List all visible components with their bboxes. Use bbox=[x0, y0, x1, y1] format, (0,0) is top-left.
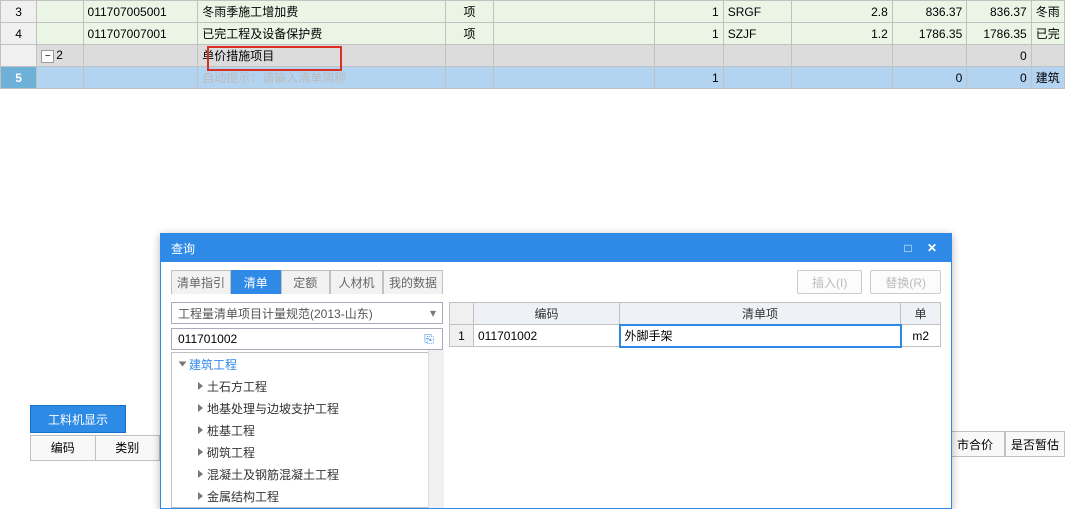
row-number: 3 bbox=[1, 1, 37, 23]
group-row[interactable]: −2 单价措施项目 0 bbox=[1, 45, 1065, 67]
tree-node[interactable]: 土石方工程 bbox=[172, 375, 442, 397]
code-cell[interactable]: 011707005001 bbox=[83, 1, 198, 23]
abbr-cell[interactable]: SRGF bbox=[723, 1, 791, 23]
result-unit[interactable]: m2 bbox=[901, 325, 941, 347]
tab-code[interactable]: 编码 bbox=[31, 436, 96, 460]
tree-cell bbox=[37, 1, 83, 23]
tree-node[interactable]: 混凝土及钢筋混凝土工程 bbox=[172, 463, 442, 485]
table-row[interactable]: 4 011707007001 已完工程及设备保护费 项 1 SZJF 1.2 1… bbox=[1, 23, 1065, 45]
row-number: 4 bbox=[1, 23, 37, 45]
search-row: ⎘ bbox=[171, 328, 443, 350]
collapse-icon[interactable]: − bbox=[41, 50, 54, 63]
name-cell[interactable]: 冬雨季施工增加费 bbox=[198, 1, 446, 23]
dialog-title: 查询 bbox=[171, 240, 893, 257]
tree-node[interactable]: 金属结构工程 bbox=[172, 485, 442, 507]
result-row[interactable]: 1 011701002 外脚手架 m2 bbox=[450, 325, 941, 347]
price-cell[interactable]: 836.37 bbox=[892, 1, 966, 23]
row-number: 5 bbox=[1, 67, 37, 89]
tab-list[interactable]: 清单 bbox=[231, 270, 280, 294]
spec-select-value: 工程量清单项目计量规范(2013-山东) bbox=[178, 305, 373, 322]
search-input[interactable] bbox=[178, 332, 420, 346]
dialog-tabs: 清单指引 清单 定额 人材机 我的数据 bbox=[171, 270, 443, 294]
result-name[interactable]: 外脚手架 bbox=[620, 325, 901, 347]
col-item: 清单项 bbox=[620, 303, 901, 325]
dialog-titlebar[interactable]: 查询 □ ✕ bbox=[161, 234, 951, 262]
close-icon[interactable]: ✕ bbox=[923, 239, 941, 257]
spec-select[interactable]: 工程量清单项目计量规范(2013-山东) ▾ bbox=[171, 302, 443, 324]
col-market-total: 市合价 bbox=[945, 431, 1005, 457]
qty-cell[interactable]: 1 bbox=[655, 1, 723, 23]
material-display-button[interactable]: 工料机显示 bbox=[30, 405, 126, 433]
name-placeholder[interactable]: 自动提示：请输入清单简称 bbox=[198, 67, 446, 89]
insert-button[interactable]: 插入(I) bbox=[797, 270, 862, 294]
chevron-down-icon: ▾ bbox=[430, 306, 436, 320]
row-number: 1 bbox=[450, 325, 474, 347]
col-is-provisional: 是否暂估 bbox=[1005, 431, 1065, 457]
expand-icon[interactable] bbox=[198, 426, 203, 434]
query-dialog: 查询 □ ✕ 清单指引 清单 定额 人材机 我的数据 工程量清单项目计量规范(2… bbox=[160, 233, 952, 509]
tab-quota[interactable]: 定额 bbox=[281, 270, 330, 294]
tree-node[interactable]: 砌筑工程 bbox=[172, 441, 442, 463]
expand-icon[interactable] bbox=[179, 362, 187, 367]
main-grid[interactable]: 3 011707005001 冬雨季施工增加费 项 1 SRGF 2.8 836… bbox=[0, 0, 1065, 89]
group-name[interactable]: 单价措施项目 bbox=[198, 45, 446, 67]
tree-root[interactable]: 建筑工程 bbox=[172, 353, 442, 375]
unit-cell[interactable]: 项 bbox=[445, 1, 493, 23]
total-cell[interactable]: 836.37 bbox=[967, 1, 1031, 23]
result-code[interactable]: 011701002 bbox=[474, 325, 620, 347]
rate-cell[interactable]: 2.8 bbox=[792, 1, 893, 23]
expand-icon[interactable] bbox=[198, 448, 203, 456]
col-unit: 单 bbox=[901, 303, 941, 325]
expand-icon[interactable] bbox=[198, 404, 203, 412]
expand-icon[interactable] bbox=[198, 470, 203, 478]
scrollbar[interactable] bbox=[428, 350, 444, 508]
category-tree[interactable]: 建筑工程 土石方工程 地基处理与边坡支护工程 桩基工程 砌筑工程 混凝土及钢筋混… bbox=[171, 352, 443, 508]
edit-row[interactable]: 5 自动提示：请输入清单简称 1 0 0 建筑 bbox=[1, 67, 1065, 89]
replace-button[interactable]: 替换(R) bbox=[870, 270, 941, 294]
tab-mydata[interactable]: 我的数据 bbox=[383, 270, 443, 294]
tab-type[interactable]: 类别 bbox=[96, 436, 160, 460]
maximize-icon[interactable]: □ bbox=[899, 239, 917, 257]
expand-icon[interactable] bbox=[198, 492, 203, 500]
desc-cell[interactable]: 冬雨 bbox=[1031, 1, 1064, 23]
tree-node[interactable]: 桩基工程 bbox=[172, 419, 442, 441]
table-row[interactable]: 3 011707005001 冬雨季施工增加费 项 1 SRGF 2.8 836… bbox=[1, 1, 1065, 23]
search-icon[interactable]: ⎘ bbox=[420, 332, 438, 347]
col-code: 编码 bbox=[474, 303, 620, 325]
expand-icon[interactable] bbox=[198, 382, 203, 390]
tree-node[interactable]: 地基处理与边坡支护工程 bbox=[172, 397, 442, 419]
tab-material[interactable]: 人材机 bbox=[330, 270, 383, 294]
tab-list-index[interactable]: 清单指引 bbox=[171, 270, 231, 294]
result-grid[interactable]: 编码 清单项 单 1 011701002 外脚手架 m2 bbox=[449, 302, 941, 348]
